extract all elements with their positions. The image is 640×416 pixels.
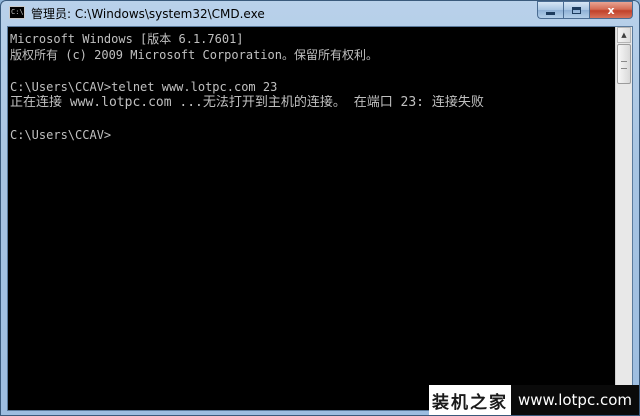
maximize-icon xyxy=(572,6,581,14)
console-output[interactable]: Microsoft Windows [版本 6.1.7601] 版权所有 (c)… xyxy=(8,27,616,410)
watermark-site: www.lotpc.com xyxy=(511,385,639,415)
console-line: C:\Users\CCAV>telnet www.lotpc.com 23 xyxy=(10,80,278,94)
scrollbar-thumb[interactable] xyxy=(617,44,631,84)
scroll-up-arrow-icon[interactable]: ▲ xyxy=(617,27,631,43)
console-line: 正在连接 www.lotpc.com ...无法打开到主机的连接。 在端口 23… xyxy=(10,95,484,110)
watermark: 装机之家 www.lotpc.com xyxy=(429,385,639,415)
minimize-button[interactable] xyxy=(537,1,563,19)
caption-buttons: x xyxy=(537,1,633,19)
window-title: 管理员: C:\Windows\system32\CMD.exe xyxy=(31,7,265,21)
console-line: 版权所有 (c) 2009 Microsoft Corporation。保留所有… xyxy=(10,48,378,62)
cmd-icon[interactable]: C:\ xyxy=(9,6,25,19)
close-icon: x xyxy=(607,3,615,17)
console-prompt[interactable]: C:\Users\CCAV> xyxy=(10,127,616,143)
minimize-icon xyxy=(546,11,555,15)
title-bar[interactable]: C:\ 管理员: C:\Windows\system32\CMD.exe x xyxy=(1,1,639,25)
vertical-scrollbar[interactable]: ▲ ▼ xyxy=(615,27,632,410)
cmd-window: C:\ 管理员: C:\Windows\system32\CMD.exe x M… xyxy=(0,0,640,416)
console-line: Microsoft Windows [版本 6.1.7601] xyxy=(10,32,244,46)
grip-icon xyxy=(621,61,627,69)
console-area[interactable]: Microsoft Windows [版本 6.1.7601] 版权所有 (c)… xyxy=(7,26,633,411)
close-button[interactable]: x xyxy=(589,1,633,19)
maximize-button[interactable] xyxy=(563,1,589,19)
watermark-brand: 装机之家 xyxy=(429,385,511,415)
